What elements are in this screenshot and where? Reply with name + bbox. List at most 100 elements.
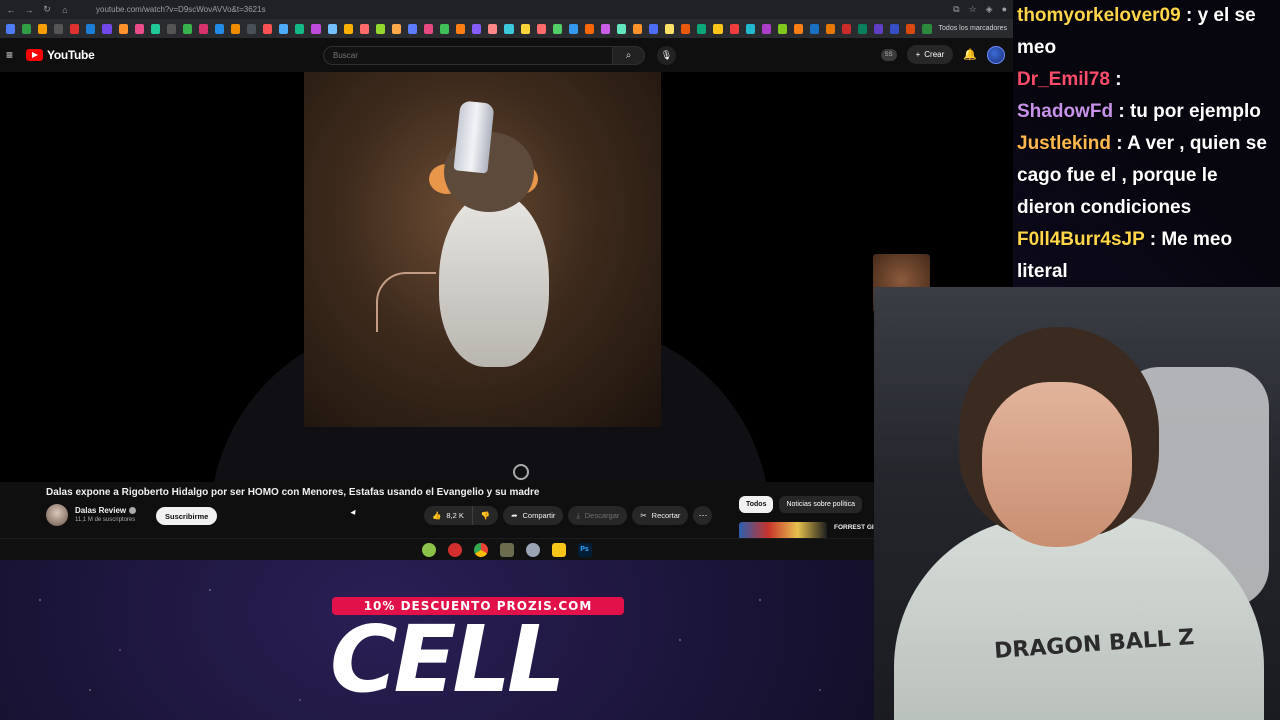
download-button[interactable]: ⤓ Descargar xyxy=(568,506,628,525)
bookmark-favicon-icon[interactable] xyxy=(697,23,707,34)
bookmark-favicon-icon[interactable] xyxy=(858,23,868,34)
bookmark-favicon-icon[interactable] xyxy=(38,23,48,34)
bookmark-favicon-icon[interactable] xyxy=(327,23,337,34)
replay-icon[interactable] xyxy=(513,464,529,480)
video-player[interactable] xyxy=(0,72,1013,482)
channel-name-text[interactable]: Dalas Review xyxy=(75,506,126,515)
bookmark-favicon-icon[interactable] xyxy=(424,23,434,34)
share-button[interactable]: ➦ Compartir xyxy=(503,506,564,525)
search-input[interactable] xyxy=(323,46,613,65)
channel-avatar[interactable] xyxy=(46,504,68,526)
taskbar-app-icon[interactable] xyxy=(421,542,436,557)
bookmark-favicon-icon[interactable] xyxy=(54,23,64,34)
bookmark-favicon-icon[interactable] xyxy=(616,23,627,34)
bookmark-favicon-icon[interactable] xyxy=(825,23,836,34)
folder-icon[interactable] xyxy=(551,542,566,557)
bookmark-favicon-icon[interactable] xyxy=(440,23,450,34)
forward-icon[interactable]: → xyxy=(24,5,34,15)
chat-username[interactable]: ShadowFd xyxy=(1017,101,1113,122)
taskbar-recorder-icon[interactable] xyxy=(447,542,462,557)
bookmark-favicon-icon[interactable] xyxy=(215,23,225,34)
bookmark-favicon-icon[interactable] xyxy=(150,23,160,34)
bookmark-favicon-icon[interactable] xyxy=(600,23,610,34)
chip-politics-news[interactable]: Noticias sobre política xyxy=(779,496,862,513)
bookmark-favicon-icon[interactable] xyxy=(343,23,353,34)
url-text[interactable]: youtube.com/watch?v=D9scWovAVVo&t=3621s xyxy=(96,5,945,14)
recommended-video-title[interactable]: FORREST GI xyxy=(834,524,874,531)
chat-username[interactable]: Dr_Emil78 xyxy=(1017,69,1110,90)
bookmark-favicon-icon[interactable] xyxy=(198,23,209,34)
bookmark-favicon-icon[interactable] xyxy=(488,23,498,34)
install-icon[interactable]: ⧉ xyxy=(953,4,959,15)
bookmark-favicon-icon[interactable] xyxy=(633,23,643,34)
bookmark-favicon-icon[interactable] xyxy=(681,23,691,34)
bookmark-favicon-icon[interactable] xyxy=(552,23,562,34)
all-bookmarks-folder[interactable]: Todos los marcadores xyxy=(939,25,1007,32)
reload-icon[interactable]: ↻ xyxy=(42,4,52,15)
bookmark-favicon-icon[interactable] xyxy=(407,23,418,34)
bookmark-favicon-icon[interactable] xyxy=(761,23,771,34)
bookmark-favicon-icon[interactable] xyxy=(713,23,723,34)
bookmark-favicon-icon[interactable] xyxy=(745,23,755,34)
search-icon[interactable]: ⌕ xyxy=(613,46,645,65)
bookmark-favicon-icon[interactable] xyxy=(568,23,578,34)
bookmark-favicon-icon[interactable] xyxy=(874,23,884,34)
taskbar-tool-icon[interactable] xyxy=(499,542,514,557)
bookmark-favicon-icon[interactable] xyxy=(22,23,32,34)
bookmark-favicon-icon[interactable] xyxy=(231,23,241,34)
bookmark-favicon-icon[interactable] xyxy=(906,23,916,34)
account-avatar[interactable] xyxy=(987,45,1005,64)
like-button[interactable]: 👍 8,2 K xyxy=(424,506,473,525)
bookmark-favicon-icon[interactable] xyxy=(359,23,369,34)
bookmark-favicon-icon[interactable] xyxy=(890,23,900,34)
back-icon[interactable]: ← xyxy=(6,5,16,15)
more-actions-icon[interactable]: ⋯ xyxy=(693,506,713,525)
bookmark-favicon-icon[interactable] xyxy=(70,23,80,34)
chip-todos[interactable]: Todos xyxy=(739,496,774,513)
dislike-button[interactable]: 👎 xyxy=(472,506,499,525)
extensions-icon[interactable]: ◈ xyxy=(986,4,993,15)
profile-icon[interactable]: ● xyxy=(1002,4,1007,15)
bookmark-favicon-icon[interactable] xyxy=(86,23,96,34)
youtube-logo[interactable]: YouTube xyxy=(26,48,95,62)
bookmark-favicon-icon[interactable] xyxy=(166,23,176,34)
bookmark-favicon-icon[interactable] xyxy=(536,23,546,34)
bookmark-favicon-icon[interactable] xyxy=(102,23,112,34)
bookmark-favicon-icon[interactable] xyxy=(295,23,305,34)
chrome-icon[interactable] xyxy=(473,542,488,557)
subscribe-button[interactable]: Suscribirme xyxy=(156,507,218,525)
bookmark-favicon-icon[interactable] xyxy=(6,23,16,34)
bookmark-favicon-icon[interactable] xyxy=(279,23,289,34)
bookmark-favicon-icon[interactable] xyxy=(118,23,128,34)
bookmark-favicon-icon[interactable] xyxy=(247,23,257,34)
bookmark-favicon-icon[interactable] xyxy=(375,23,385,34)
bookmark-favicon-icon[interactable] xyxy=(391,23,401,34)
bookmark-favicon-icon[interactable] xyxy=(311,23,321,34)
bookmark-favicon-icon[interactable] xyxy=(842,23,852,34)
chat-username[interactable]: thomyorkelover09 xyxy=(1017,5,1181,26)
bookmark-favicon-icon[interactable] xyxy=(729,23,739,34)
bookmark-favicon-icon[interactable] xyxy=(134,23,144,34)
bookmark-favicon-icon[interactable] xyxy=(504,23,514,34)
bookmark-favicon-icon[interactable] xyxy=(922,23,932,34)
taskbar-globe-icon[interactable] xyxy=(525,542,540,557)
chat-username[interactable]: Justlekind xyxy=(1017,133,1111,154)
home-icon[interactable]: ⌂ xyxy=(60,5,70,15)
menu-icon[interactable]: ≡ xyxy=(6,48,18,62)
bookmark-favicon-icon[interactable] xyxy=(649,23,659,34)
bookmark-favicon-icon[interactable] xyxy=(263,23,273,34)
bell-icon[interactable]: 🔔 xyxy=(963,48,977,61)
bookmark-favicon-icon[interactable] xyxy=(777,23,787,34)
bookmark-favicon-icon[interactable] xyxy=(809,23,819,34)
create-button[interactable]: + Crear xyxy=(906,45,954,64)
bookmark-favicon-icon[interactable] xyxy=(456,23,466,34)
chat-username[interactable]: F0ll4Burr4sJP xyxy=(1017,229,1144,250)
bookmark-star-icon[interactable]: ☆ xyxy=(969,4,977,15)
bookmark-favicon-icon[interactable] xyxy=(584,23,594,34)
photoshop-icon[interactable]: Ps xyxy=(577,542,592,557)
bookmark-favicon-icon[interactable] xyxy=(520,23,530,34)
bookmark-favicon-icon[interactable] xyxy=(182,23,192,34)
clip-button[interactable]: ✂ Recortar xyxy=(632,506,689,525)
bookmark-favicon-icon[interactable] xyxy=(665,23,675,34)
bookmark-favicon-icon[interactable] xyxy=(793,23,803,34)
